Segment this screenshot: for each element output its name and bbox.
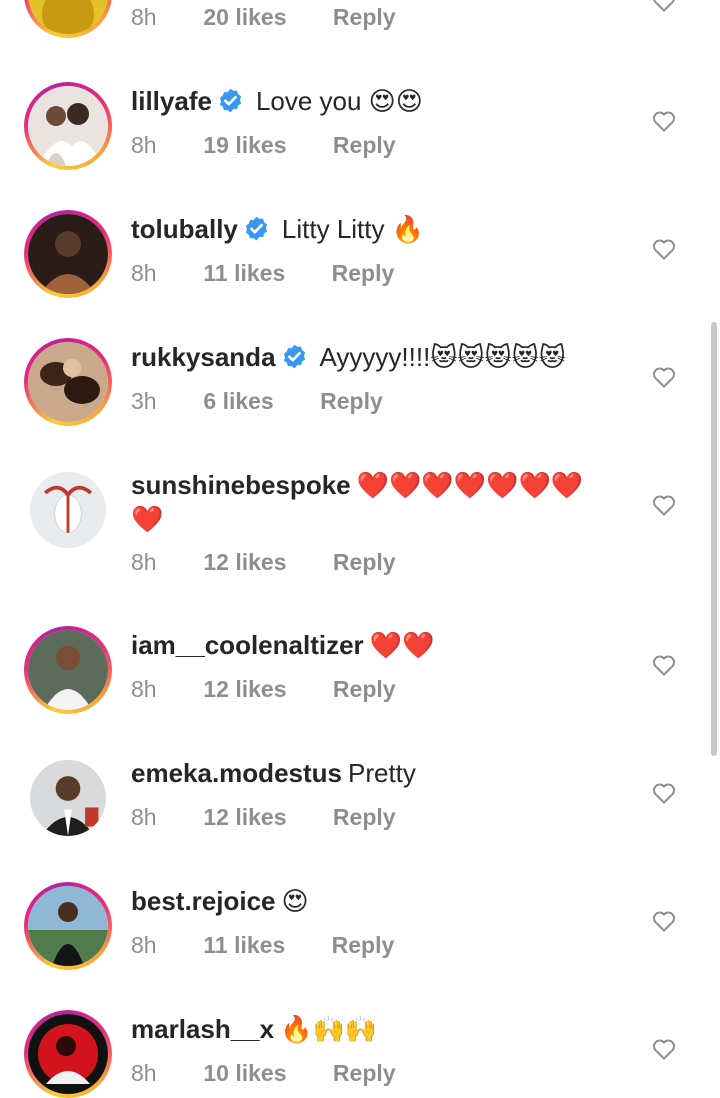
reply-button[interactable]: Reply (332, 930, 395, 960)
like-heart-icon[interactable] (652, 110, 676, 132)
comment-time: 3h (131, 388, 157, 414)
reply-button[interactable]: Reply (333, 547, 396, 577)
comment-time: 8h (131, 1060, 157, 1086)
comment-likes[interactable]: 11 likes (203, 258, 285, 288)
comment-body: 🔥🙌🙌 (280, 1014, 378, 1044)
comment-likes[interactable]: 20 likes (203, 2, 286, 32)
comment-meta: 8h 12 likes Reply (131, 547, 396, 577)
comment-meta: 8h 12 likes Reply (131, 674, 396, 704)
reply-button[interactable]: Reply (333, 802, 396, 832)
like-heart-icon[interactable] (652, 782, 676, 804)
like-heart-icon[interactable] (652, 1038, 676, 1060)
avatar[interactable] (30, 472, 106, 548)
comment-likes[interactable]: 12 likes (203, 674, 286, 704)
avatar[interactable] (24, 626, 112, 714)
verified-badge-icon (243, 215, 270, 242)
verified-badge-icon (217, 87, 244, 114)
comment-meta: 8h 11 likes Reply (131, 930, 394, 960)
avatar[interactable] (24, 338, 112, 426)
reply-button[interactable]: Reply (333, 1058, 396, 1088)
comment-body: Pretty (347, 758, 416, 788)
comment-meta: 8h 20 likes Reply (131, 2, 396, 32)
reply-button[interactable]: Reply (333, 674, 396, 704)
avatar[interactable] (24, 882, 112, 970)
comment-username[interactable]: marlash__x (131, 1014, 274, 1044)
like-heart-icon[interactable] (652, 0, 676, 12)
avatar[interactable] (24, 1010, 112, 1098)
scrollbar[interactable] (711, 322, 717, 756)
comment-username[interactable]: tolubally (131, 214, 238, 244)
comment-username[interactable]: lillyafe (131, 86, 212, 116)
reply-button[interactable]: Reply (320, 386, 383, 416)
avatar[interactable] (24, 210, 112, 298)
comment-username[interactable]: best.rejoice (131, 886, 276, 916)
comment-text-line: sunshinebespoke ❤️❤️❤️❤️❤️❤️❤️❤️ (131, 468, 611, 536)
comment-likes[interactable]: 12 likes (203, 802, 286, 832)
comment-username[interactable]: emeka.modestus (131, 758, 342, 788)
comment-username[interactable]: rukkysanda (131, 342, 276, 372)
comments-list: 8h 20 likes Reply lillyafe Love you 😍😍 8h… (0, 0, 720, 1098)
reply-button[interactable]: Reply (333, 130, 396, 160)
comment-text-line: tolubally Litty Litty 🔥 (131, 212, 611, 246)
comment-likes[interactable]: 6 likes (203, 386, 273, 416)
comment-body: Ayyyyy!!!!😻😻😻😻😻 (319, 342, 566, 372)
comment-meta: 8h 19 likes Reply (131, 130, 396, 160)
like-heart-icon[interactable] (652, 654, 676, 676)
comment-body: 😍 (281, 886, 309, 916)
comment-meta: 3h 6 likes Reply (131, 386, 383, 416)
comment-text-line: lillyafe Love you 😍😍 (131, 84, 611, 118)
verified-badge-icon (281, 343, 308, 370)
comment-text-line: best.rejoice 😍 (131, 884, 611, 918)
comment-time: 8h (131, 804, 157, 830)
avatar[interactable] (30, 760, 106, 836)
comment-likes[interactable]: 11 likes (203, 930, 285, 960)
comment-time: 8h (131, 260, 157, 286)
comment-time: 8h (131, 132, 157, 158)
like-heart-icon[interactable] (652, 494, 676, 516)
like-heart-icon[interactable] (652, 366, 676, 388)
comment-body: Love you 😍😍 (255, 86, 423, 116)
comment-time: 8h (131, 4, 157, 30)
reply-button[interactable]: Reply (333, 2, 396, 32)
comment-likes[interactable]: 10 likes (203, 1058, 286, 1088)
comment-time: 8h (131, 676, 157, 702)
comment-username[interactable]: sunshinebespoke (131, 470, 351, 500)
comment-body: Litty Litty 🔥 (281, 214, 425, 244)
comment-text-line: rukkysanda Ayyyyy!!!!😻😻😻😻😻 (131, 340, 611, 374)
avatar[interactable] (24, 0, 112, 38)
comment-username[interactable]: iam__coolenaltizer (131, 630, 364, 660)
comment-time: 8h (131, 549, 157, 575)
avatar[interactable] (24, 82, 112, 170)
comment-meta: 8h 12 likes Reply (131, 802, 396, 832)
comment-meta: 8h 11 likes Reply (131, 258, 394, 288)
comment-text-line: iam__coolenaltizer ❤️❤️ (131, 628, 611, 662)
comment-likes[interactable]: 19 likes (203, 130, 286, 160)
comment-text-line: marlash__x 🔥🙌🙌 (131, 1012, 611, 1046)
like-heart-icon[interactable] (652, 910, 676, 932)
comment-body: ❤️❤️ (369, 630, 435, 660)
like-heart-icon[interactable] (652, 238, 676, 260)
comment-time: 8h (131, 932, 157, 958)
reply-button[interactable]: Reply (332, 258, 395, 288)
comment-likes[interactable]: 12 likes (203, 547, 286, 577)
comment-text-line: emeka.modestus Pretty (131, 756, 611, 790)
comment-meta: 8h 10 likes Reply (131, 1058, 396, 1088)
